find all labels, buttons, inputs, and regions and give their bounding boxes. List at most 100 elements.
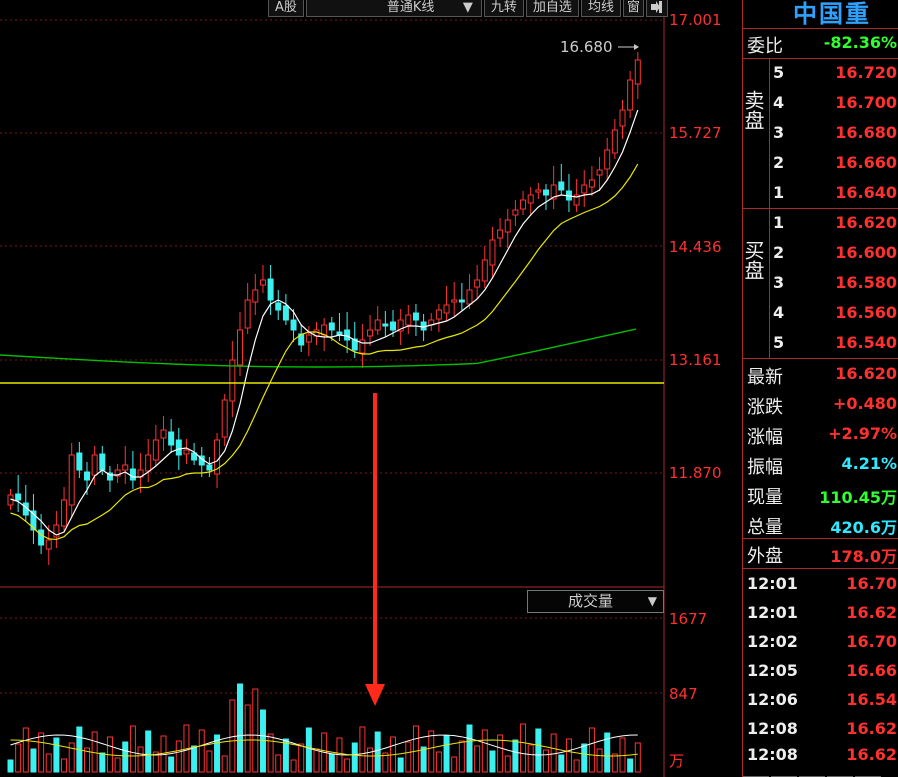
stat-row: 最新 16.620 <box>743 360 898 390</box>
buy-level-row[interactable]: 3 16.580 <box>769 268 898 298</box>
stat-row: 外盘 178.0万 <box>743 539 898 569</box>
sell-level-row[interactable]: 3 16.680 <box>769 118 898 148</box>
price-axis-label: 14.436 <box>669 238 722 256</box>
sell-level-row[interactable]: 4 16.700 <box>769 88 898 118</box>
kline-chart[interactable] <box>0 0 742 777</box>
sell-level-row[interactable]: 1 16.640 <box>769 178 898 208</box>
stat-value: 178.0万 <box>830 547 897 566</box>
level-number: 3 <box>773 273 785 292</box>
level-price: 16.700 <box>835 93 897 112</box>
stat-value: 420.6万 <box>830 518 897 537</box>
add-watchlist-button[interactable]: 加自选 <box>525 0 579 17</box>
tick-row: 12:02 16.70 <box>743 627 898 656</box>
level-number: 2 <box>773 153 785 172</box>
tick-row: 12:05 16.66 <box>743 656 898 685</box>
level-number: 2 <box>773 243 785 262</box>
tick-time: 12:01 <box>747 603 798 622</box>
indicator-label: 成交量 <box>568 592 614 610</box>
tick-time: 12:02 <box>747 632 798 651</box>
annotation-arrow <box>365 393 385 706</box>
level-price: 16.680 <box>835 123 897 142</box>
stat-value: 4.21% <box>841 454 897 473</box>
buy-level-row[interactable]: 4 16.560 <box>769 298 898 328</box>
volume-axis-label: 1677 <box>669 610 708 628</box>
level-number: 1 <box>773 213 785 232</box>
candlesticks <box>7 52 641 565</box>
tick-price: 16.62 <box>846 719 897 738</box>
tick-price: 16.62 <box>846 603 897 622</box>
tick-row: 12:08 16.62 <box>743 714 898 743</box>
sell-level-row[interactable]: 2 16.660 <box>769 148 898 178</box>
buy-level-row[interactable]: 1 16.620 <box>769 208 898 238</box>
tick-time: 12:05 <box>747 661 798 680</box>
stat-label: 涨幅 <box>747 427 783 448</box>
level-price: 16.720 <box>835 63 897 82</box>
tick-price: 16.62 <box>846 745 897 764</box>
weibi-label: 委比 <box>747 36 783 57</box>
last-price-marker <box>618 44 639 50</box>
jiuzhuan-button[interactable]: 九转 <box>483 0 524 17</box>
buy-level-row[interactable]: 2 16.600 <box>769 238 898 268</box>
stat-row: 涨幅 +2.97% <box>743 420 898 450</box>
level-number: 5 <box>773 333 785 352</box>
level-price: 16.540 <box>835 333 897 352</box>
stat-label: 涨跌 <box>747 397 783 418</box>
quote-panel: 中国重 委比 -82.36% 卖盘 5 16.720 4 16.700 3 16.68… <box>741 0 898 777</box>
volume-bars <box>7 683 641 773</box>
ma-button[interactable]: 均线 <box>580 0 621 17</box>
exit-icon[interactable] <box>645 0 668 17</box>
level-price: 16.640 <box>835 183 897 202</box>
stat-value: 110.45万 <box>819 488 897 507</box>
level-number: 5 <box>773 63 785 82</box>
tick-row: 12:01 16.62 <box>743 598 898 627</box>
buy-side-label: 买盘 <box>741 240 765 280</box>
tick-price: 16.54 <box>846 690 897 709</box>
sell-level-row[interactable]: 5 16.720 <box>769 58 898 88</box>
stat-label: 振幅 <box>747 457 783 478</box>
weibi-value: -82.36% <box>823 33 897 52</box>
tick-price: 16.70 <box>846 632 897 651</box>
indicator-dropdown[interactable]: 成交量 ▼ <box>527 590 664 613</box>
tick-time: 12:08 <box>747 719 798 738</box>
tick-price: 16.70 <box>846 574 897 593</box>
chart-type-label: 普通K线 <box>386 0 435 15</box>
last-price-label: 16.680 <box>560 38 613 56</box>
stat-row: 现量 110.45万 <box>743 480 898 510</box>
window-button[interactable]: 窗 <box>622 0 644 17</box>
buy-level-row[interactable]: 5 16.540 <box>769 328 898 358</box>
level-price: 16.600 <box>835 243 897 262</box>
tick-row: 12:08 16.62 <box>743 740 898 769</box>
stat-label: 外盘 <box>747 546 783 567</box>
volume-axis-label: 847 <box>669 685 698 703</box>
ma10-line <box>10 163 639 541</box>
stat-value: +2.97% <box>828 424 897 443</box>
level-number: 4 <box>773 93 785 112</box>
stat-row: 涨跌 +0.480 <box>743 390 898 420</box>
tick-row: 12:01 16.70 <box>743 569 898 598</box>
tick-time: 12:01 <box>747 574 798 593</box>
level-number: 1 <box>773 183 785 202</box>
price-axis-label: 11.870 <box>669 464 722 482</box>
tick-row: 12:06 16.54 <box>743 685 898 714</box>
stock-name: 中国重 <box>793 0 871 28</box>
stat-value: +0.480 <box>832 394 897 413</box>
price-axis-label: 15.727 <box>669 124 722 142</box>
stat-row: 总量 420.6万 <box>743 510 898 540</box>
weibi-row: 委比 -82.36% <box>743 29 898 59</box>
chart-type-dropdown[interactable]: 普通K线 ▼ <box>305 0 482 17</box>
tick-time: 12:08 <box>747 745 798 764</box>
chart-toolbar: A股 普通K线 ▼ 九转 加自选 均线 窗 <box>268 0 670 17</box>
market-button[interactable]: A股 <box>268 0 304 17</box>
tick-time: 12:06 <box>747 690 798 709</box>
panel-tabs[interactable] <box>743 769 898 777</box>
level-price: 16.660 <box>835 153 897 172</box>
chart-gridlines <box>0 0 665 777</box>
level-price: 16.560 <box>835 303 897 322</box>
stat-value: 16.620 <box>835 364 897 383</box>
chevron-down-icon: ▼ <box>462 0 473 15</box>
level-number: 3 <box>773 123 785 142</box>
level-price: 16.620 <box>835 213 897 232</box>
sell-side-label: 卖盘 <box>741 90 765 130</box>
tick-price: 16.66 <box>846 661 897 680</box>
level-price: 16.580 <box>835 273 897 292</box>
